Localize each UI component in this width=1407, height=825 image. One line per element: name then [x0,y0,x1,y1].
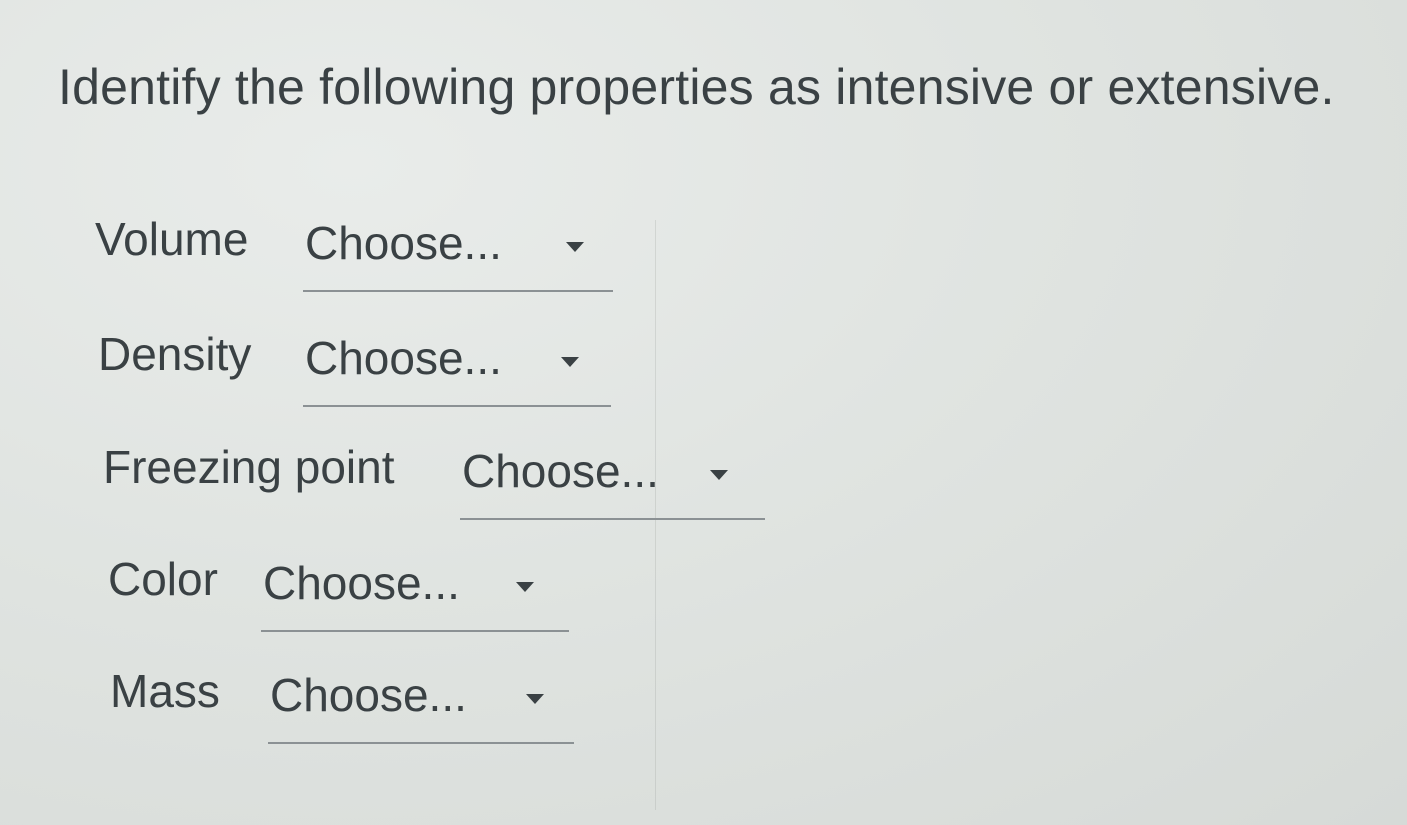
question-prompt: Identify the following properties as int… [58,59,1335,115]
chevron-down-icon [566,242,584,252]
freezing-point-dropdown[interactable]: Choose... [460,444,765,520]
chevron-down-icon [710,470,728,480]
color-dropdown-value: Choose... [263,557,460,609]
volume-dropdown-value: Choose... [305,217,502,269]
property-row-mass: Mass Choose... [110,664,580,744]
chevron-down-icon [516,582,534,592]
property-row-freezing-point: Freezing point Choose... [103,440,768,520]
chevron-down-icon [526,694,544,704]
property-label-color: Color [108,553,218,605]
freezing-point-dropdown-value: Choose... [462,445,659,497]
volume-dropdown[interactable]: Choose... [303,216,613,292]
property-row-color: Color Choose... [108,552,573,632]
mass-dropdown-value: Choose... [270,669,467,721]
property-label-freezing-point: Freezing point [103,441,395,493]
property-label-volume: Volume [95,213,249,265]
density-dropdown-value: Choose... [305,332,502,384]
property-label-mass: Mass [110,665,220,717]
property-label-density: Density [98,328,252,380]
property-row-volume: Volume Choose... [95,212,615,292]
chevron-down-icon [561,357,579,367]
property-row-density: Density Choose... [98,327,613,407]
density-dropdown[interactable]: Choose... [303,331,611,407]
color-dropdown[interactable]: Choose... [261,556,569,632]
mass-dropdown[interactable]: Choose... [268,668,574,744]
